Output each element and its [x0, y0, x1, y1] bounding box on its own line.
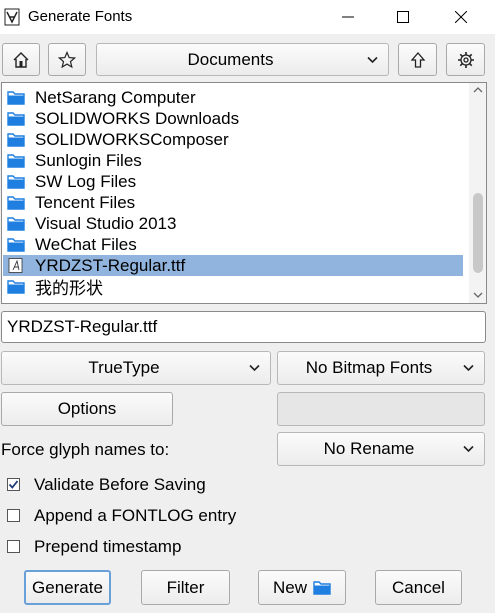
close-button[interactable]	[438, 0, 484, 34]
chevron-down-icon	[463, 445, 474, 453]
filter-label: Filter	[166, 577, 205, 597]
new-folder-button[interactable]: New	[258, 570, 346, 605]
maximize-button[interactable]	[380, 0, 426, 34]
font-file-icon	[8, 258, 23, 273]
validate-label: Validate Before Saving	[34, 475, 206, 494]
bitmap-sizes-field	[277, 392, 485, 426]
list-item[interactable]: SW Log Files	[3, 171, 463, 192]
location-dropdown[interactable]: Documents	[96, 43, 389, 76]
filename-input[interactable]: YRDZST-Regular.ttf	[1, 311, 486, 343]
generate-button[interactable]: Generate	[24, 570, 111, 605]
scrollbar-thumb[interactable]	[473, 193, 483, 273]
folder-icon	[7, 280, 25, 294]
bitmap-format-value: No Bitmap Fonts	[305, 358, 433, 377]
file-name: Sunlogin Files	[35, 150, 142, 170]
close-icon	[455, 11, 467, 23]
file-list[interactable]: NetSarang Computer SOLIDWORKS Downloads …	[1, 82, 487, 304]
list-item[interactable]: SOLIDWORKS Downloads	[3, 108, 463, 129]
cancel-label: Cancel	[392, 577, 445, 597]
list-item[interactable]: Tencent Files	[3, 192, 463, 213]
list-item[interactable]: Visual Studio 2013	[3, 213, 463, 234]
file-name: WeChat Files	[35, 234, 137, 254]
folder-icon	[313, 581, 331, 595]
file-name: SOLIDWORKSComposer	[35, 129, 229, 149]
maximize-icon	[397, 11, 409, 23]
app-icon	[4, 8, 20, 26]
bitmap-format-dropdown[interactable]: No Bitmap Fonts	[277, 351, 485, 385]
timestamp-label: Prepend timestamp	[34, 537, 182, 556]
folder-icon	[7, 133, 25, 147]
minimize-button[interactable]	[325, 0, 371, 34]
file-name: SW Log Files	[35, 171, 137, 191]
file-name: NetSarang Computer	[35, 87, 196, 107]
glyph-names-value: No Rename	[323, 439, 415, 458]
validate-checkbox[interactable]	[7, 478, 20, 491]
scrollbar[interactable]	[469, 83, 486, 303]
list-item-selected[interactable]: YRDZST-Regular.ttf	[3, 255, 463, 276]
home-icon	[13, 51, 29, 68]
settings-button[interactable]	[446, 43, 485, 76]
folder-icon	[7, 112, 25, 126]
outline-format-value: TrueType	[88, 358, 160, 377]
location-label: Documents	[187, 49, 274, 69]
arrow-up-icon	[410, 51, 425, 68]
timestamp-checkbox[interactable]	[7, 540, 20, 553]
new-label: New	[272, 577, 307, 597]
glyph-names-dropdown[interactable]: No Rename	[277, 432, 485, 466]
fontlog-checkbox[interactable]	[7, 509, 20, 522]
file-name: YRDZST-Regular.ttf	[35, 255, 186, 275]
bookmark-button[interactable]	[48, 43, 86, 76]
minimize-icon	[342, 16, 354, 18]
outline-format-dropdown[interactable]: TrueType	[1, 351, 271, 385]
glyph-names-label: Force glyph names to:	[1, 440, 170, 459]
chevron-down-icon	[367, 56, 378, 63]
chevron-down-icon	[463, 364, 474, 372]
generate-label: Generate	[32, 577, 103, 597]
folder-icon	[7, 154, 25, 168]
title-bar: Generate Fonts	[0, 0, 495, 34]
cancel-button[interactable]: Cancel	[375, 570, 462, 605]
folder-icon	[7, 196, 25, 210]
chevron-down-icon	[249, 364, 260, 372]
checkmark-icon	[8, 480, 19, 489]
scroll-up-arrow-icon	[473, 87, 483, 93]
filter-button[interactable]: Filter	[141, 570, 230, 605]
up-directory-button[interactable]	[398, 43, 437, 76]
list-item[interactable]: NetSarang Computer	[3, 87, 463, 108]
list-item[interactable]: Sunlogin Files	[3, 150, 463, 171]
options-button[interactable]: Options	[1, 392, 173, 426]
star-icon	[58, 50, 76, 68]
gear-icon	[457, 51, 474, 68]
folder-icon	[7, 175, 25, 189]
list-item[interactable]: WeChat Files	[3, 234, 463, 255]
file-name: Tencent Files	[35, 192, 136, 212]
file-name: SOLIDWORKS Downloads	[35, 108, 240, 128]
scroll-down-arrow-icon	[473, 292, 483, 298]
folder-icon	[7, 91, 25, 105]
list-item[interactable]: SOLIDWORKSComposer	[3, 129, 463, 150]
file-name: Visual Studio 2013	[35, 213, 177, 233]
window-title: Generate Fonts	[28, 8, 133, 25]
list-item[interactable]: 我的形状	[3, 276, 463, 298]
fontlog-label: Append a FONTLOG entry	[34, 506, 237, 525]
folder-icon	[7, 217, 25, 231]
file-name: 我的形状	[35, 279, 103, 298]
folder-icon	[7, 238, 25, 252]
home-button[interactable]	[2, 43, 40, 76]
